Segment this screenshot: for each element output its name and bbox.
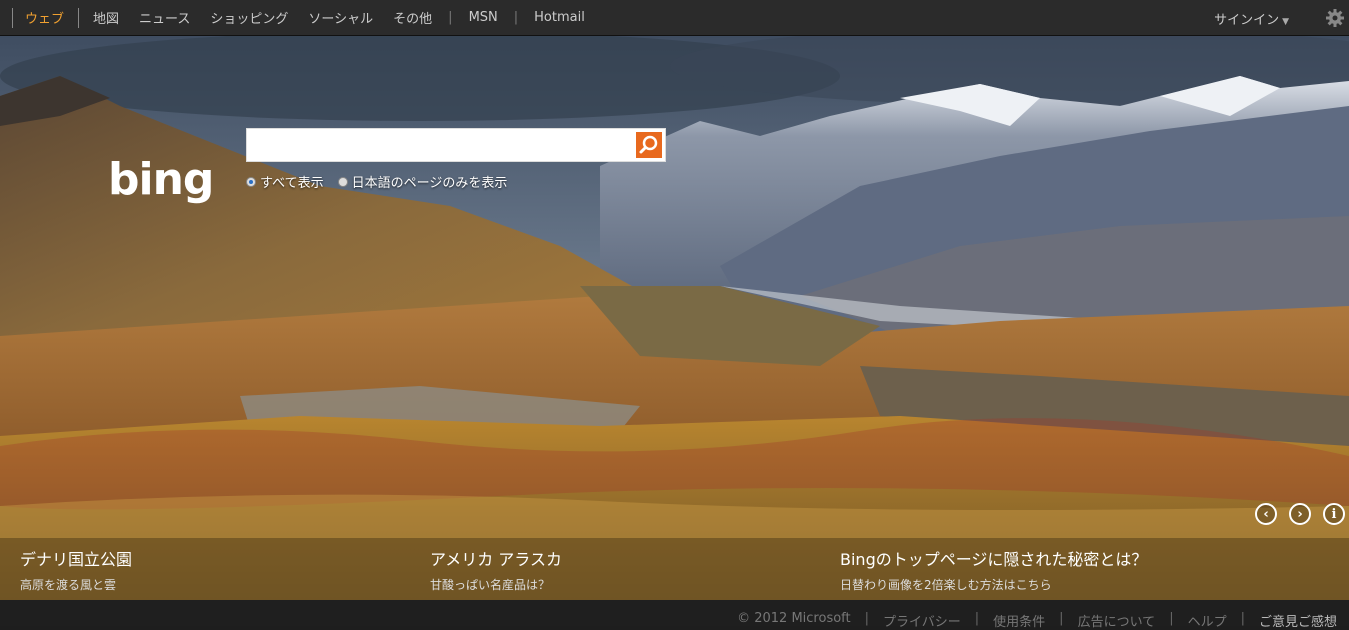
- caption-title: デナリ国立公園: [20, 550, 133, 569]
- signin-label: サインイン: [1214, 13, 1280, 28]
- search-button[interactable]: [636, 132, 662, 158]
- nav-divider: [78, 7, 80, 28]
- footer-link-feedback[interactable]: ご意見ご感想: [1259, 611, 1337, 630]
- radio-selected-icon: [246, 176, 256, 187]
- footer-link-terms[interactable]: 使用条件: [993, 611, 1045, 630]
- radio-all-results[interactable]: すべて表示: [246, 172, 324, 191]
- search-box: [246, 128, 666, 162]
- caption-title: Bingのトップページに隠された秘密とは？: [840, 550, 1148, 569]
- nav-item-news[interactable]: ニュース: [129, 8, 200, 27]
- footer-separator: |: [1240, 611, 1245, 626]
- radio-unselected-icon: [337, 176, 348, 187]
- caption-1[interactable]: デナリ国立公園 高原を渡る風と雲: [20, 546, 132, 593]
- caption-3[interactable]: Bingのトップページに隠された秘密とは？ 日替わり画像を2倍楽しむ方法はこちら: [840, 546, 1147, 593]
- hotspot-captions: デナリ国立公園 高原を渡る風と雲 アメリカ アラスカ 甘酸っぱい名産品は？ Bi…: [0, 538, 1349, 600]
- nav-item-shopping[interactable]: ショッピング: [200, 8, 298, 27]
- nav-item-maps[interactable]: 地図: [83, 8, 129, 27]
- info-icon: i: [1331, 506, 1337, 522]
- footer-link-privacy[interactable]: プライバシー: [883, 611, 961, 630]
- radio-japanese-label: 日本語のページのみを表示: [351, 176, 508, 191]
- nav-separator: |: [448, 10, 453, 25]
- signin-button[interactable]: サインイン ▼: [1214, 9, 1289, 28]
- nav-separator: |: [513, 10, 519, 25]
- radio-all-label: すべて表示: [260, 176, 324, 191]
- nav-links: ウェブ 地図 ニュース ショッピング ソーシャル その他 | MSN | Hot…: [0, 0, 595, 35]
- footer-separator: |: [1169, 611, 1174, 626]
- footer-link-advertise[interactable]: 広告について: [1078, 611, 1156, 630]
- landscape-illustration: [0, 36, 1349, 600]
- nav-divider: [12, 7, 13, 28]
- background-landscape-image: bing: [0, 36, 1349, 600]
- caption-subtitle: 高原を渡る風と雲: [20, 578, 117, 592]
- caption-title: アメリカ アラスカ: [430, 550, 562, 569]
- caption-2[interactable]: アメリカ アラスカ 甘酸っぱい名産品は？: [430, 546, 562, 593]
- chevron-right-icon: ›: [1297, 506, 1303, 522]
- previous-image-button[interactable]: ‹: [1255, 503, 1277, 525]
- search-scope-options: すべて表示 日本語のページのみを表示: [246, 172, 507, 191]
- footer-link-help[interactable]: ヘルプ: [1188, 611, 1227, 630]
- copyright-text: © 2012 Microsoft: [737, 611, 851, 626]
- radio-japanese-only[interactable]: 日本語のページのみを表示: [337, 172, 508, 191]
- gear-icon[interactable]: [1325, 8, 1345, 28]
- footer-separator: |: [974, 611, 980, 626]
- footer-separator: |: [1059, 611, 1064, 626]
- search-input[interactable]: [251, 132, 635, 160]
- next-image-button[interactable]: ›: [1289, 503, 1311, 525]
- bing-logo[interactable]: bing: [108, 156, 238, 211]
- nav-item-social[interactable]: ソーシャル: [298, 8, 383, 27]
- chevron-down-icon: ▼: [1282, 17, 1289, 27]
- footer-links: © 2012 Microsoft | プライバシー | 使用条件 | 広告につい…: [737, 611, 1337, 630]
- top-navigation-bar: ウェブ 地図 ニュース ショッピング ソーシャル その他 | MSN | Hot…: [0, 0, 1349, 36]
- nav-item-hotmail[interactable]: Hotmail: [524, 10, 595, 25]
- logo-text: bing: [108, 156, 213, 205]
- footer-separator: |: [864, 611, 870, 626]
- caption-subtitle: 日替わり画像を2倍楽しむ方法はこちら: [840, 578, 1052, 592]
- footer: © 2012 Microsoft | プライバシー | 使用条件 | 広告につい…: [0, 600, 1349, 630]
- nav-item-web[interactable]: ウェブ: [15, 8, 74, 27]
- nav-item-msn[interactable]: MSN: [459, 10, 508, 25]
- chevron-left-icon: ‹: [1263, 506, 1269, 522]
- caption-subtitle: 甘酸っぱい名産品は？: [430, 578, 551, 592]
- image-info-button[interactable]: i: [1323, 503, 1345, 525]
- search-icon: [639, 135, 658, 154]
- nav-item-more[interactable]: その他: [383, 8, 442, 27]
